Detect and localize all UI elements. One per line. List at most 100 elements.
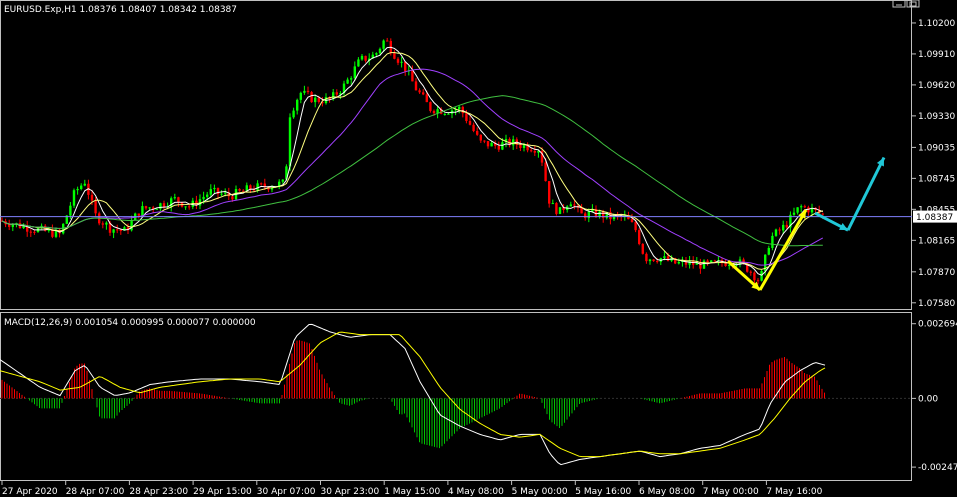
candle-body	[224, 192, 227, 194]
candle-body	[465, 113, 468, 122]
candle-body	[760, 271, 763, 281]
price-tick-label: 1.08165	[918, 236, 955, 246]
candle-body	[386, 40, 389, 42]
candle-body	[414, 81, 418, 91]
candle-body	[296, 99, 299, 111]
candle-body	[310, 92, 313, 103]
time-tick-label: 5 May 00:00	[512, 487, 568, 497]
candle-body	[753, 272, 756, 281]
price-tick-label: 1.09620	[918, 81, 955, 91]
candle-body	[533, 151, 536, 153]
candle-body	[807, 207, 810, 213]
candle-body	[69, 205, 72, 216]
candle-body	[292, 110, 295, 118]
candle-body	[213, 187, 216, 190]
candle-body	[486, 141, 490, 147]
candle-body	[119, 229, 122, 231]
price-tick-label: 1.08745	[918, 174, 955, 184]
candle-body	[288, 117, 292, 167]
candle-body	[256, 183, 259, 191]
candle-body	[728, 264, 731, 266]
candle-body	[447, 113, 450, 115]
candle-body	[346, 79, 349, 84]
candle-body	[281, 179, 284, 182]
candle-body	[404, 61, 407, 72]
candle-body	[130, 220, 133, 231]
candle-body	[501, 142, 504, 150]
candle-body	[652, 259, 655, 262]
candle-body	[396, 58, 400, 63]
candle-body	[774, 229, 778, 236]
symbol-header: EURUSD.Exp,H1 1.08376 1.08407 1.08342 1.…	[4, 5, 237, 15]
candle-body	[584, 213, 587, 219]
candle-body	[656, 261, 659, 263]
price-tick-label: 1.10200	[918, 19, 955, 29]
price-tick-label: 1.08455	[918, 205, 955, 215]
candle-body	[544, 162, 547, 182]
candle-body	[479, 134, 482, 141]
time-tick-label: 5 May 16:00	[575, 487, 631, 497]
trading-chart[interactable]: 1.083871.102001.099101.096201.093301.090…	[0, 0, 957, 497]
candle-body	[785, 224, 788, 228]
price-tick-label: 1.09035	[918, 143, 955, 153]
candle-body	[317, 97, 320, 103]
candle-body	[512, 139, 515, 146]
candle-body	[569, 204, 572, 207]
macd-header: MACD(12,26,9) 0.001054 0.000995 0.000077…	[4, 318, 256, 328]
candle-body	[360, 55, 364, 60]
candle-body	[800, 206, 803, 208]
candle-body	[422, 92, 425, 95]
candle-body	[353, 66, 356, 79]
macd-tick-label: 0.00	[918, 394, 938, 404]
candle-body	[713, 260, 716, 262]
candle-body	[148, 207, 151, 209]
candle-body	[432, 110, 436, 114]
candle-body	[206, 194, 209, 197]
candle-body	[220, 193, 223, 195]
candle-body	[141, 206, 144, 216]
candle-body	[796, 207, 799, 213]
candle-body	[144, 206, 148, 209]
candle-body	[116, 229, 119, 231]
candle-body	[11, 224, 14, 227]
candle-body	[638, 230, 641, 244]
candle-body	[72, 190, 76, 206]
candle-body	[314, 97, 317, 103]
candle-body	[558, 207, 562, 214]
candle-body	[677, 261, 680, 264]
candle-body	[299, 92, 302, 100]
candle-body	[749, 271, 752, 273]
candle-body	[306, 90, 310, 93]
candle-body	[476, 130, 479, 135]
candle-body	[260, 183, 263, 185]
candle-body	[173, 197, 176, 199]
candle-body	[364, 55, 367, 61]
candle-body	[80, 185, 83, 189]
candle-body	[706, 260, 709, 263]
candle-body	[555, 203, 558, 214]
candle-body	[630, 219, 634, 223]
candle-body	[522, 144, 526, 148]
candle-body	[641, 243, 644, 254]
candle-body	[418, 90, 421, 93]
candle-body	[497, 145, 500, 150]
candle-body	[335, 92, 338, 95]
time-tick-label: 7 May 16:00	[766, 487, 822, 497]
candle-body	[188, 206, 191, 208]
candle-body	[155, 208, 158, 210]
candle-body	[350, 78, 353, 80]
candle-body	[648, 259, 652, 262]
candle-body	[461, 106, 464, 114]
candle-body	[429, 102, 432, 111]
candle-body	[548, 181, 551, 204]
candle-body	[76, 188, 79, 191]
time-tick-label: 6 May 08:00	[639, 487, 695, 497]
price-tick-label: 1.07870	[918, 268, 955, 278]
candle-body	[551, 203, 554, 205]
candle-body	[378, 48, 382, 54]
candle-body	[782, 224, 785, 231]
candle-body	[771, 235, 774, 248]
candle-body	[184, 206, 187, 208]
macd-tick-label: 0.002694	[918, 320, 957, 330]
time-tick-label: 7 May 00:00	[703, 487, 759, 497]
